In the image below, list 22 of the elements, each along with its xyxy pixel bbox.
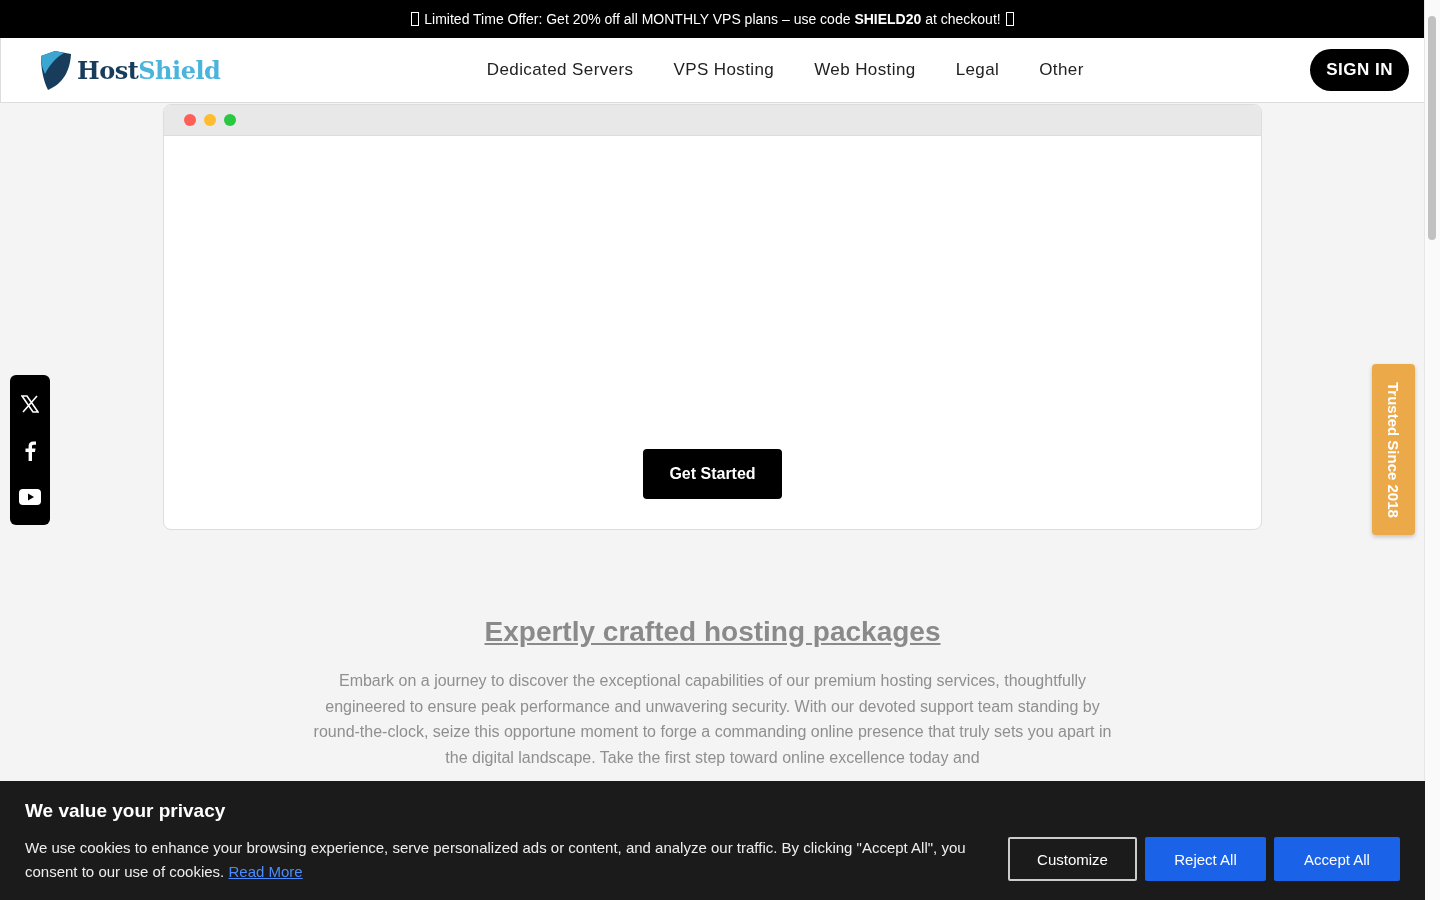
play-button-icon[interactable] <box>19 489 41 505</box>
cookie-title: We value your privacy <box>25 800 227 822</box>
section-heading: Expertly crafted hosting packages <box>484 616 941 648</box>
cookie-button[interactable]: Customize <box>1008 837 1137 881</box>
facebook-icon[interactable] <box>24 441 36 461</box>
cookie-button[interactable]: Accept All <box>1274 837 1400 881</box>
nav-link[interactable]: Web Hosting <box>814 60 916 80</box>
section-paragraph: Embark on a journey to discover the exceptional capabilities of our premium hosting services, thoughtfully engineered to ensure peak performance and unwavering security. With our devoted support team standing by round-the-clock, seize this opportune moment to forge a commanding online presence that truly sets you apart in the digital landscape. Take the first step toward online excellence today and <box>312 671 1113 769</box>
read-more-link[interactable]: Read More <box>228 863 303 880</box>
nav-link[interactable]: Dedicated Servers <box>486 60 634 80</box>
sign-in-button[interactable]: SIGN IN <box>1310 49 1409 91</box>
cookie-button[interactable]: Reject All <box>1145 837 1266 881</box>
nav-link[interactable]: Legal <box>955 60 1000 80</box>
nav-link[interactable]: Other <box>1039 60 1084 80</box>
promo-text: Limited Time Offer: Get 20% off all MONTHLY VPS plans – use code SHIELD20 at checkout! <box>424 11 1001 27</box>
nav-link[interactable]: VPS Hosting <box>673 60 775 80</box>
get-started-button[interactable]: Get Started <box>643 449 782 499</box>
missing-glyph-icon <box>411 12 420 26</box>
x-logo-icon[interactable] <box>21 395 39 413</box>
cookie-text: We use cookies to enhance your browsing experience, serve personalized ads or content, and analyze our traffic. By clicking "Accept All", you consent to our use of cookies. Read More <box>25 838 967 882</box>
logo-text[interactable]: HostShield <box>77 55 221 85</box>
missing-glyph-icon <box>1005 12 1014 26</box>
